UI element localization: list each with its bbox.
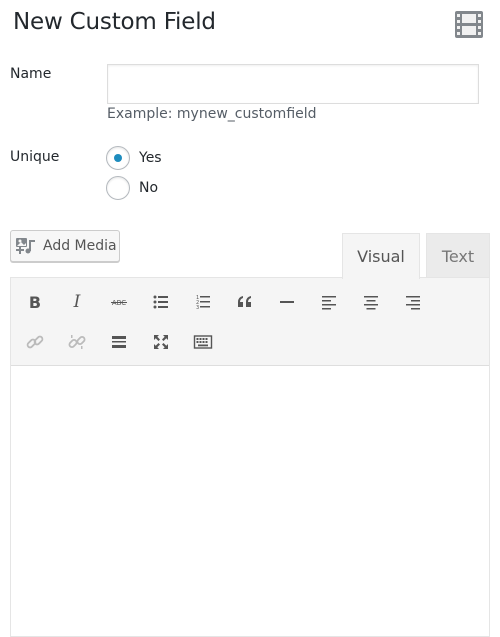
- film-strip-icon: [455, 11, 483, 38]
- bulleted-list-button[interactable]: [146, 287, 176, 317]
- name-label: Name: [10, 66, 52, 82]
- align-center-button[interactable]: [356, 287, 386, 317]
- unique-no-radio[interactable]: [106, 176, 130, 200]
- numbered-list-icon: 1 2 3: [196, 295, 210, 311]
- editor: B I ABC 1 2 3: [10, 277, 490, 637]
- tab-text[interactable]: Text: [426, 233, 490, 278]
- fullscreen-icon: [154, 335, 168, 349]
- page-title: New Custom Field: [13, 9, 216, 35]
- blockquote-icon: [238, 296, 251, 307]
- keyboard-icon: [193, 335, 213, 349]
- strikethrough-button[interactable]: ABC: [104, 287, 134, 317]
- tab-text-label: Text: [441, 246, 475, 266]
- remove-link-button[interactable]: [62, 327, 92, 357]
- align-left-button[interactable]: [314, 287, 344, 317]
- unique-label: Unique: [10, 149, 60, 165]
- unique-yes-label: Yes: [139, 150, 162, 166]
- horizontal-line-icon: [280, 301, 294, 303]
- strikethrough-icon: ABC: [111, 299, 127, 307]
- read-more-button[interactable]: [104, 327, 134, 357]
- tab-visual-label: Visual: [357, 247, 405, 266]
- tab-visual[interactable]: Visual: [342, 233, 420, 279]
- unique-yes-radio[interactable]: [106, 146, 130, 170]
- insert-link-button[interactable]: [20, 327, 50, 357]
- bold-button[interactable]: B: [20, 287, 50, 317]
- numbered-list-button[interactable]: 1 2 3: [188, 287, 218, 317]
- add-media-icon: [16, 238, 35, 254]
- unlink-icon: [68, 335, 86, 349]
- add-media-label: Add Media: [43, 238, 117, 254]
- align-left-icon: [322, 296, 336, 310]
- read-more-icon: [112, 336, 126, 348]
- name-input[interactable]: [107, 64, 479, 104]
- align-center-icon: [364, 296, 378, 310]
- add-media-button[interactable]: Add Media: [10, 230, 120, 262]
- link-icon: [26, 335, 44, 349]
- editor-toolbar: B I ABC 1 2 3: [11, 278, 489, 366]
- fullscreen-button[interactable]: [146, 327, 176, 357]
- bold-icon: B: [28, 292, 42, 312]
- toolbar-toggle-button[interactable]: [188, 327, 218, 357]
- name-hint: Example: mynew_customfield: [107, 106, 317, 122]
- unique-no-option[interactable]: No: [106, 176, 158, 200]
- align-right-icon: [406, 296, 420, 310]
- unique-no-label: No: [139, 180, 159, 196]
- editor-content-area[interactable]: [11, 366, 489, 636]
- italic-icon: I: [73, 292, 81, 312]
- unique-yes-option[interactable]: Yes: [106, 146, 162, 170]
- horizontal-line-button[interactable]: [272, 287, 302, 317]
- italic-button[interactable]: I: [62, 287, 92, 317]
- blockquote-button[interactable]: [230, 287, 260, 317]
- svg-text:3: 3: [196, 305, 199, 311]
- bulleted-list-icon: [153, 295, 168, 309]
- align-right-button[interactable]: [398, 287, 428, 317]
